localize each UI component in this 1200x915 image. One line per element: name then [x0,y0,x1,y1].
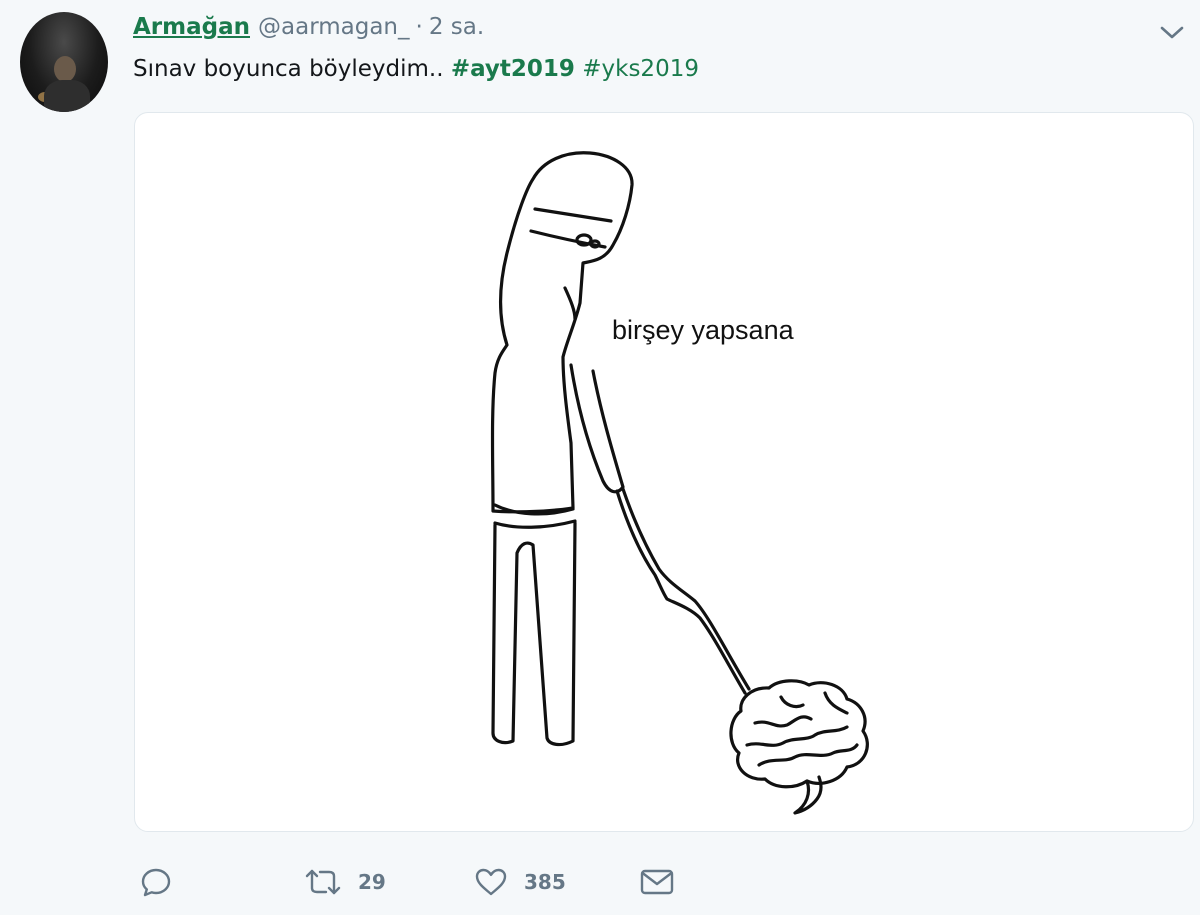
tweet-text-body: Sınav boyunca böyleydim.. [133,56,451,82]
brain-fold-4 [823,691,849,715]
figure-bandana-lower [529,229,607,249]
tweet-actions: 29 385 [0,860,1200,904]
like-button[interactable]: 385 [472,860,566,904]
message-button[interactable] [638,860,676,904]
figure-arm [569,363,625,494]
like-count: 385 [524,870,566,894]
brain-outline [729,679,869,789]
avatar-body [44,80,90,112]
tweet-media[interactable]: birşey yapsana [134,112,1194,832]
message-icon [638,864,676,900]
meme-illustration [490,151,869,815]
retweet-count: 29 [358,870,386,894]
retweet-icon [302,864,344,900]
brain-fold-3 [757,743,859,767]
brain-fold-1 [753,715,813,728]
brain-fold-2 [745,725,849,747]
retweet-button[interactable]: 29 [302,860,386,904]
tweet-text: Sınav boyunca böyleydim.. #ayt2019 #yks2… [133,56,699,82]
figure-left-leg [491,521,577,747]
avatar-head [54,56,76,82]
figure-bandana [533,207,613,223]
figure-eye [575,233,593,247]
timestamp[interactable]: 2 sa. [429,14,484,40]
hashtag-link[interactable]: #ayt2019 [451,56,575,82]
meme-caption: birşey yapsana [612,315,794,345]
figure-waistband-lower [493,519,577,529]
chevron-down-icon[interactable] [1158,20,1186,44]
display-name[interactable]: Armağan [133,14,250,40]
user-handle[interactable]: @aarmagan_ [258,14,410,40]
separator-dot: · [415,14,423,40]
hashtag-link[interactable]: #yks2019 [582,56,699,82]
brain-fold-5 [779,695,805,709]
figure-string-2 [621,487,751,691]
avatar[interactable] [20,12,108,112]
like-icon [472,864,510,900]
tweet-header: Armağan @aarmagan_ · 2 sa. [133,14,484,46]
figure-mouth [563,286,577,321]
reply-button[interactable] [138,860,188,904]
tweet: Armağan @aarmagan_ · 2 sa. Sınav boyunca… [0,0,1200,915]
reply-icon [138,864,174,900]
